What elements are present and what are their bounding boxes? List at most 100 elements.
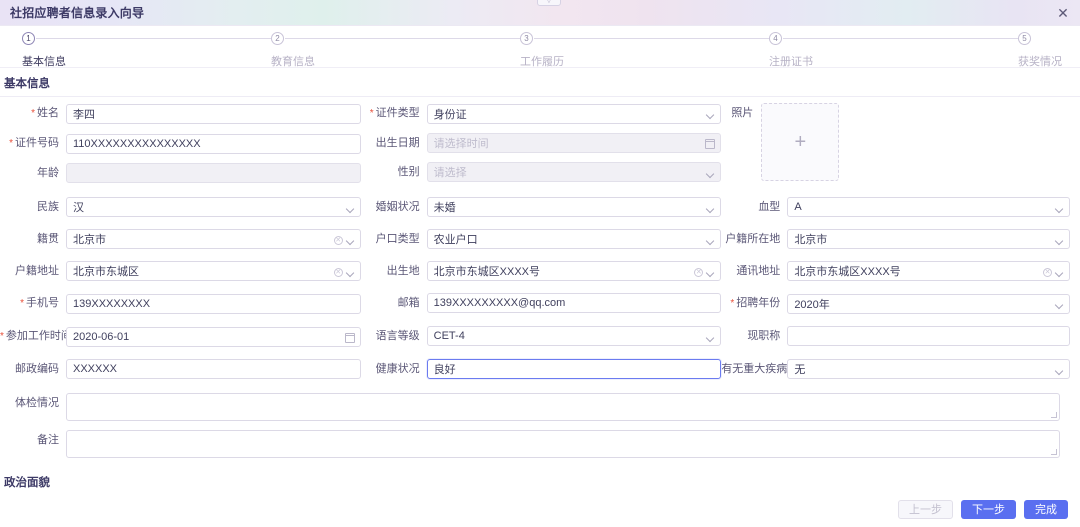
language-level-select[interactable]: CET-4	[427, 326, 722, 346]
form-body: *姓名 李四 *证件号码 110XXXXXXXXXXXXXXX 年龄 *证件类型…	[0, 99, 1080, 458]
field-label: *手机号	[0, 293, 66, 314]
marital-status-select[interactable]: 未婚	[427, 197, 722, 217]
clear-icon[interactable]: ✕	[694, 268, 703, 277]
chevron-down-icon	[346, 268, 355, 277]
section-title: 基本信息	[0, 68, 1080, 96]
photo-upload-button[interactable]: +	[761, 103, 839, 181]
field-medical-exam: 体检情况	[0, 393, 1070, 421]
field-label: 邮政编码	[0, 359, 66, 379]
id-type-select[interactable]: 身份证	[427, 104, 722, 124]
field-label: 户籍所在地	[721, 229, 787, 249]
field-hukou-type: 户口类型 农业户口	[361, 229, 722, 249]
step-label: 获奖情况	[1018, 53, 1058, 69]
health-status-input[interactable]: 良好	[427, 359, 722, 379]
field-label: 户口类型	[361, 229, 427, 249]
wizard-dialog: 社招应聘者信息录入向导 ▽ ✕ 1 基本信息 2 教育信息 3 工作履历 4 注…	[0, 0, 1080, 527]
clear-icon[interactable]: ✕	[1043, 268, 1052, 277]
field-id-type: *证件类型 身份证	[361, 103, 722, 124]
field-blood-type: 血型 A	[721, 197, 1070, 217]
step-2[interactable]: 2 教育信息	[271, 32, 520, 67]
required-marker: *	[730, 298, 734, 309]
field-label: 出生地	[361, 261, 427, 281]
field-label: 出生日期	[361, 133, 427, 153]
field-label: 现职称	[721, 326, 787, 346]
clear-icon[interactable]: ✕	[334, 236, 343, 245]
email-input[interactable]: 139XXXXXXXXX@qq.com	[427, 293, 722, 313]
form-row: *手机号 139XXXXXXXX 邮箱 139XXXXXXXXX@qq.com …	[0, 293, 1070, 314]
step-number: 3	[520, 32, 533, 45]
dialog-footer: 上一步 下一步 完成	[0, 491, 1080, 527]
mobile-input[interactable]: 139XXXXXXXX	[66, 294, 361, 314]
finish-button[interactable]: 完成	[1024, 500, 1068, 519]
chevron-down-icon	[1055, 300, 1064, 309]
field-photo: 照片 +	[721, 103, 1070, 181]
calendar-icon	[345, 333, 355, 343]
hukou-address-cascader[interactable]: 北京市东城区 ✕	[66, 261, 361, 281]
birth-date-picker: 请选择时间	[427, 133, 722, 153]
id-number-input[interactable]: 110XXXXXXXXXXXXXXX	[66, 134, 361, 154]
form-row: 籍贯 北京市 ✕ 户口类型 农业户口 户籍所在地 北京市	[0, 229, 1070, 249]
recruit-year-select[interactable]: 2020年	[787, 294, 1070, 314]
field-marital-status: 婚姻状况 未婚	[361, 197, 722, 217]
clear-icon[interactable]: ✕	[334, 268, 343, 277]
field-label: 年龄	[0, 163, 66, 183]
birth-place-cascader[interactable]: 北京市东城区XXXX号 ✕	[427, 261, 722, 281]
postcode-input[interactable]: XXXXXX	[66, 359, 361, 379]
step-connector	[783, 38, 1018, 39]
current-title-input[interactable]	[787, 326, 1070, 346]
medical-exam-textarea[interactable]	[66, 393, 1060, 421]
step-4[interactable]: 4 注册证书	[769, 32, 1018, 67]
form-row: 邮政编码 XXXXXX 健康状况 良好 有无重大疾病史 无	[0, 359, 1070, 379]
step-5[interactable]: 5 获奖情况	[1018, 32, 1058, 67]
step-label: 注册证书	[769, 53, 1018, 69]
field-remark: 备注	[0, 430, 1070, 458]
name-input[interactable]: 李四	[66, 104, 361, 124]
field-label: 通讯地址	[721, 261, 787, 281]
field-id-number: *证件号码 110XXXXXXXXXXXXXXX	[0, 133, 361, 154]
required-marker: *	[20, 298, 24, 309]
field-health-status: 健康状况 良好	[361, 359, 722, 379]
calendar-icon	[705, 139, 715, 149]
step-label: 基本信息	[22, 53, 271, 69]
field-label: *参加工作时间	[0, 326, 66, 347]
field-label: *证件类型	[361, 103, 427, 124]
field-gender: 性别 请选择	[361, 162, 722, 182]
chevron-down-icon	[1055, 268, 1064, 277]
major-illness-select[interactable]: 无	[787, 359, 1070, 379]
next-step-button[interactable]: 下一步	[961, 500, 1016, 519]
field-label: 户籍地址	[0, 261, 66, 281]
field-label: 语言等级	[361, 326, 427, 346]
hukou-type-select[interactable]: 农业户口	[427, 229, 722, 249]
step-number: 4	[769, 32, 782, 45]
field-current-title: 现职称	[721, 326, 1070, 346]
chevron-down-icon	[1055, 204, 1064, 213]
work-start-date-picker[interactable]: 2020-06-01	[66, 327, 361, 347]
field-email: 邮箱 139XXXXXXXXX@qq.com	[361, 293, 722, 313]
ethnicity-select[interactable]: 汉	[66, 197, 361, 217]
field-label: 性别	[361, 162, 427, 182]
native-place-cascader[interactable]: 北京市 ✕	[66, 229, 361, 249]
field-mailing-address: 通讯地址 北京市东城区XXXX号 ✕	[721, 261, 1070, 281]
required-marker: *	[9, 138, 13, 149]
step-1[interactable]: 1 基本信息	[22, 32, 271, 67]
chevron-down-icon	[706, 268, 715, 277]
mailing-address-cascader[interactable]: 北京市东城区XXXX号 ✕	[787, 261, 1070, 281]
field-label: *姓名	[0, 103, 66, 124]
hukou-location-select[interactable]: 北京市	[787, 229, 1070, 249]
field-age: 年龄	[0, 163, 361, 183]
chevron-down-icon	[346, 236, 355, 245]
prev-step-button[interactable]: 上一步	[898, 500, 953, 519]
step-3[interactable]: 3 工作履历	[520, 32, 769, 67]
step-connector	[534, 38, 769, 39]
step-number: 5	[1018, 32, 1031, 45]
section-basic-info: 基本信息	[0, 68, 1080, 97]
close-icon[interactable]: ✕	[1054, 4, 1072, 22]
dialog-header: 社招应聘者信息录入向导 ▽ ✕	[0, 0, 1080, 26]
required-marker: *	[31, 108, 35, 119]
age-input	[66, 163, 361, 183]
blood-type-select[interactable]: A	[787, 197, 1070, 217]
field-label: 邮箱	[361, 293, 427, 313]
chevron-down-icon	[346, 204, 355, 213]
remark-textarea[interactable]	[66, 430, 1060, 458]
field-mobile: *手机号 139XXXXXXXX	[0, 293, 361, 314]
